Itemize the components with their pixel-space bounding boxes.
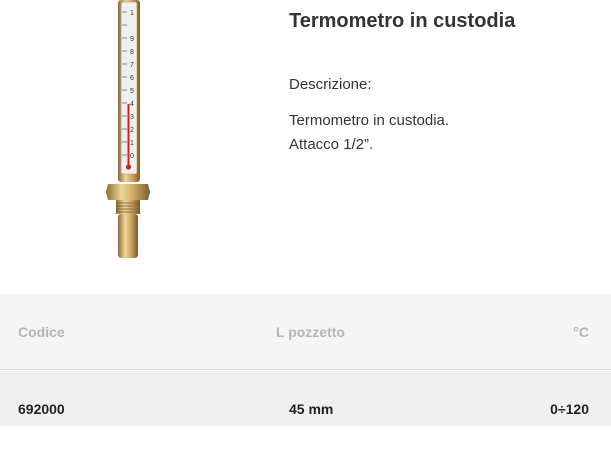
svg-text:6: 6	[130, 75, 134, 82]
product-title: Termometro in custodia	[289, 10, 516, 32]
svg-text:5: 5	[130, 88, 134, 95]
column-header-codice: Codice	[18, 324, 65, 340]
description-line: Termometro in custodia.	[289, 112, 450, 129]
cell-l-pozzetto: 45 mm	[289, 401, 334, 417]
svg-text:0: 0	[130, 153, 134, 160]
column-header-temperature: °C	[573, 324, 589, 340]
description-line: Attacco 1/2”.	[289, 136, 374, 153]
svg-text:8: 8	[130, 49, 134, 56]
svg-text:3: 3	[130, 114, 134, 121]
cell-codice: 692000	[18, 401, 65, 417]
svg-text:1: 1	[130, 10, 134, 17]
description-label: Descrizione:	[289, 76, 372, 93]
cell-temperature: 0÷120	[550, 401, 589, 417]
table-header: Codice L pozzetto °C	[0, 294, 611, 370]
svg-text:1: 1	[130, 140, 134, 147]
thermometer-product-image: 1 9 8 7 6 5 4 3 2 1 0	[100, 0, 156, 262]
column-header-l-pozzetto: L pozzetto	[276, 324, 345, 340]
table-row: 692000 45 mm 0÷120	[0, 371, 611, 426]
svg-text:7: 7	[130, 62, 134, 69]
svg-text:4: 4	[130, 101, 134, 108]
svg-text:2: 2	[130, 127, 134, 134]
svg-text:9: 9	[130, 36, 134, 43]
